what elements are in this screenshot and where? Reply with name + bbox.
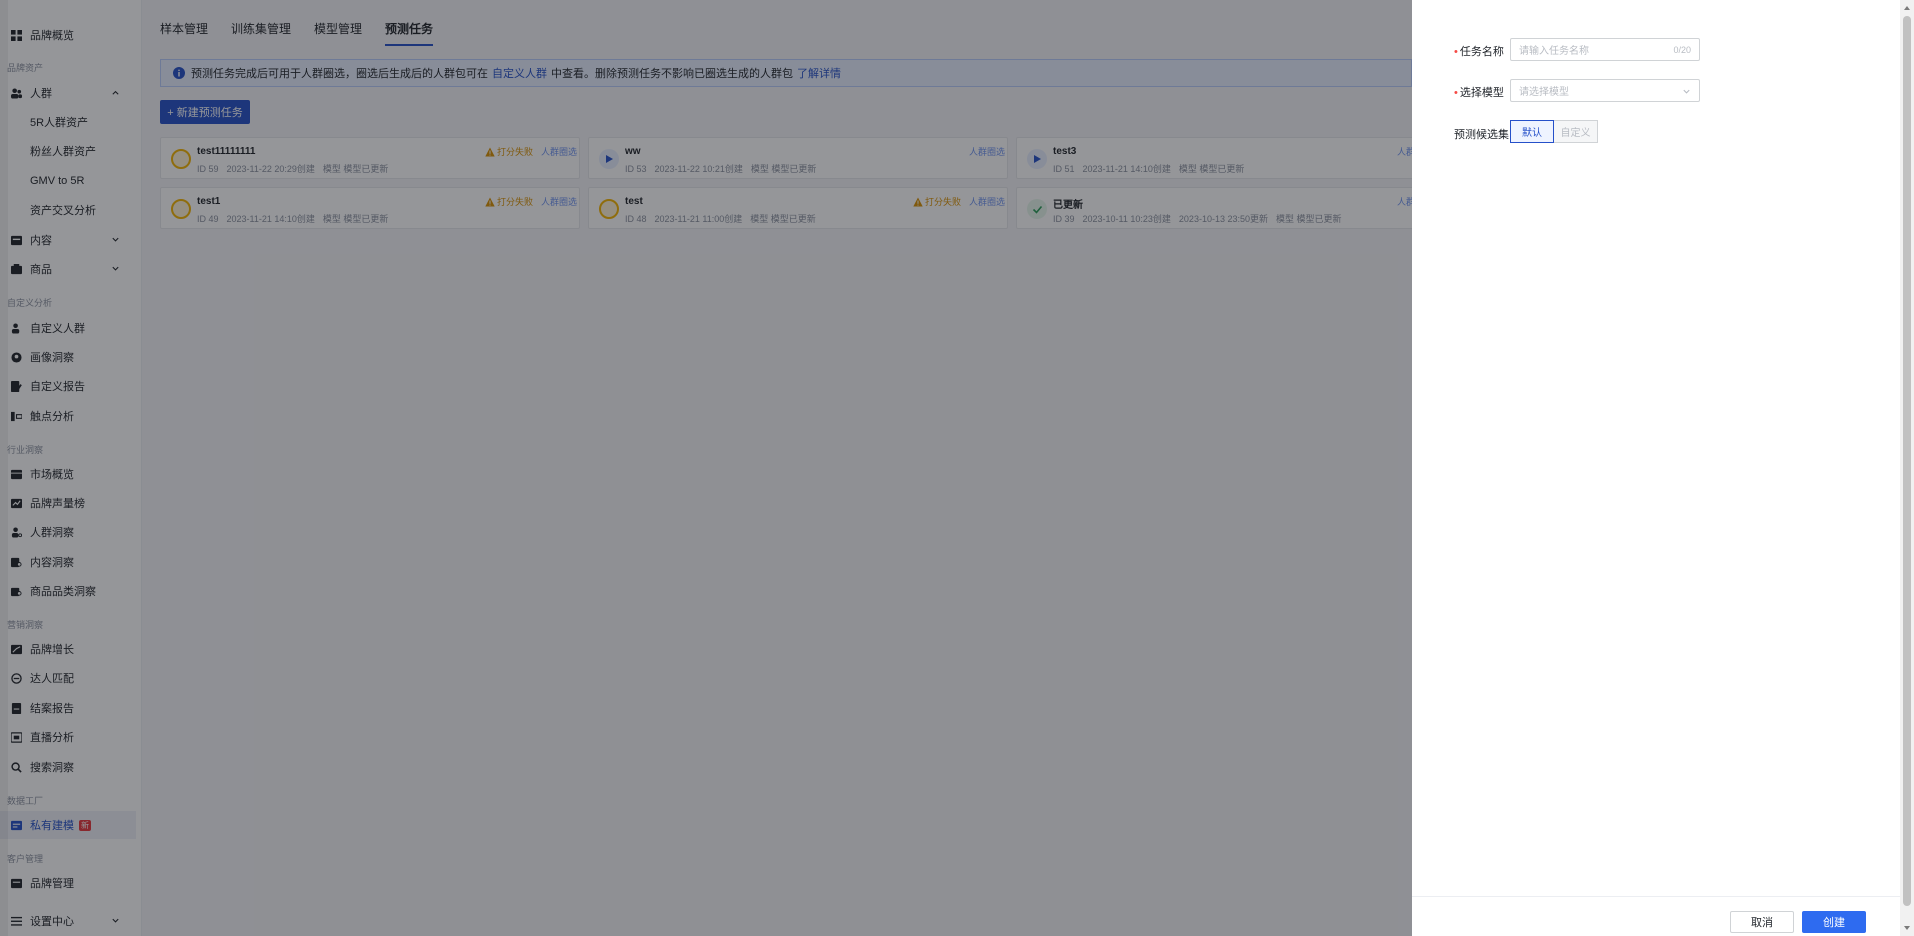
task-name-placeholder: 请输入任务名称 xyxy=(1519,46,1589,57)
model-label: • 选择模型 xyxy=(1454,84,1504,100)
candidate-default-option[interactable]: 默认 xyxy=(1510,120,1554,143)
create-task-drawer: • 任务名称 请输入任务名称 0/20 • 选择模型 请选择模型 预测候选集 默认 … xyxy=(1412,0,1900,936)
candidate-set-label: 预测候选集 xyxy=(1454,129,1509,141)
create-button[interactable]: 创建 xyxy=(1802,911,1866,933)
modal-mask[interactable] xyxy=(0,0,1412,936)
drawer-footer: 取消 创建 xyxy=(1412,896,1900,936)
label-text: 选择模型 xyxy=(1459,87,1504,99)
scroll-up-icon[interactable] xyxy=(1903,4,1911,12)
cancel-button[interactable]: 取消 xyxy=(1730,911,1794,933)
scroll-down-icon[interactable] xyxy=(1903,924,1911,932)
required-mark: • xyxy=(1454,87,1458,99)
candidate-set-toggle: 默认 自定义 xyxy=(1510,120,1598,143)
label-text: 任务名称 xyxy=(1459,46,1504,58)
vertical-scrollbar[interactable] xyxy=(1900,0,1914,936)
char-counter: 0/20 xyxy=(1673,44,1691,55)
candidate-custom-option[interactable]: 自定义 xyxy=(1554,120,1598,143)
model-placeholder: 请选择模型 xyxy=(1519,87,1569,98)
required-mark: • xyxy=(1454,46,1458,58)
task-name-input[interactable]: 请输入任务名称 0/20 xyxy=(1510,38,1700,61)
scrollbar-thumb[interactable] xyxy=(1903,16,1911,906)
left-edge-shadow xyxy=(0,0,8,936)
task-name-label: • 任务名称 xyxy=(1454,43,1504,59)
chevron-down-icon xyxy=(1683,89,1690,94)
model-select[interactable]: 请选择模型 xyxy=(1510,79,1700,102)
